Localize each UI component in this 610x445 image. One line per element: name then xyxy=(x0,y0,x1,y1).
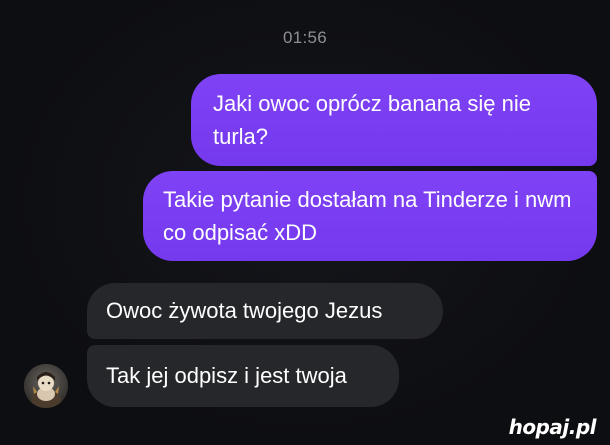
sent-message-bubble[interactable]: Jaki owoc oprócz banana się nie turla? xyxy=(191,74,597,166)
chat-thread: 01:56 Jaki owoc oprócz banana się nie tu… xyxy=(0,0,610,445)
user-avatar-icon[interactable] xyxy=(24,364,68,408)
sent-message-bubble[interactable]: Takie pytanie dostałam na Tinderze i nwm… xyxy=(143,171,597,261)
received-message-bubble[interactable]: Tak jej odpisz i jest twoja xyxy=(87,345,399,407)
avatar-image xyxy=(24,364,68,408)
message-timestamp: 01:56 xyxy=(282,28,328,47)
received-message-bubble[interactable]: Owoc żywota twojego Jezus xyxy=(87,283,443,339)
watermark-logo: hopaj.pl xyxy=(508,415,597,439)
